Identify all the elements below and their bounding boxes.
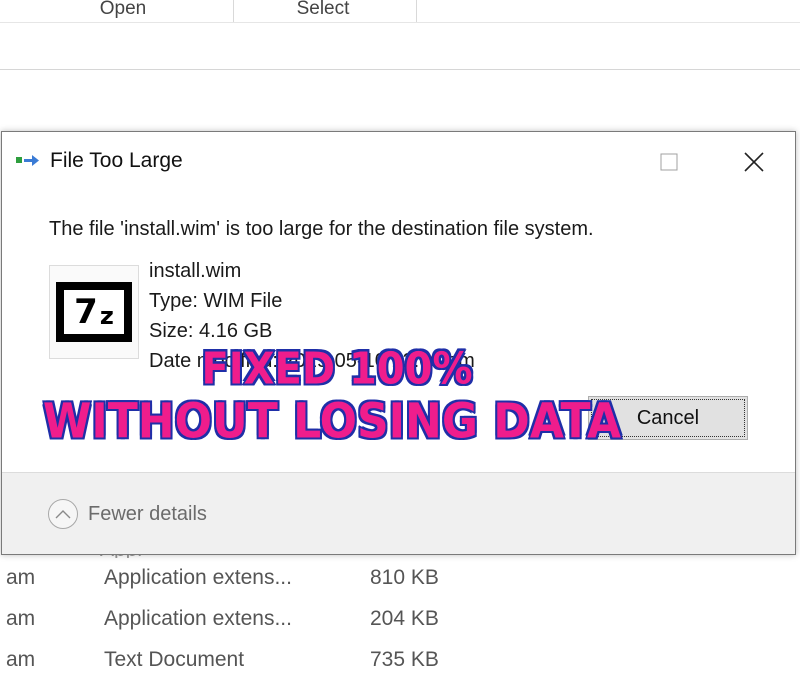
7zip-icon-face: 7 z: [61, 287, 127, 337]
file-name: install.wim: [149, 260, 242, 282]
dialog-message: The file 'install.wim' is too large for …: [49, 218, 594, 240]
file-row[interactable]: am Text Document 735 KB: [0, 642, 800, 683]
close-icon: [744, 152, 764, 172]
file-row[interactable]: am Application extens... 810 KB: [0, 560, 800, 601]
fewer-details-button[interactable]: Fewer details: [48, 497, 207, 531]
file-size: 735 KB: [370, 648, 439, 671]
ribbon-open-group[interactable]: Open: [60, 0, 186, 22]
maximize-button[interactable]: [639, 142, 699, 182]
chevron-circle: [48, 499, 78, 529]
7zip-icon: 7 z: [56, 282, 132, 342]
ribbon-select-label: Select: [296, 0, 350, 19]
ribbon-separator: [416, 0, 417, 22]
maximize-icon: [660, 153, 678, 171]
ribbon-open-label: Open: [99, 0, 147, 19]
overlay-subheadline: WITHOUT LOSING DATA: [41, 392, 622, 451]
dialog-footer: Fewer details: [2, 473, 795, 554]
file-size: 204 KB: [370, 607, 439, 630]
explorer-ribbon: Open Select: [0, 0, 800, 22]
file-type: Application extens...: [104, 566, 292, 589]
file-time: am: [6, 566, 36, 589]
copy-transfer-icon: [16, 155, 39, 166]
file-type: Application extens...: [104, 607, 292, 630]
7zip-glyph-seven: 7: [74, 292, 98, 332]
ribbon-divider: [0, 22, 800, 23]
minimize-button[interactable]: [553, 142, 613, 182]
fewer-details-label: Fewer details: [88, 502, 207, 525]
file-type-detail: Type: WIM File: [149, 290, 283, 312]
overlay-headline: FIXED 100%: [200, 342, 474, 396]
file-list: am Application extens... 810 KB am Appli…: [0, 560, 800, 683]
file-time: am: [6, 648, 36, 671]
minimize-icon: [577, 161, 589, 163]
chevron-up-icon: [55, 510, 71, 519]
address-divider: [0, 69, 800, 70]
dialog-titlebar[interactable]: File Too Large: [2, 132, 795, 190]
7zip-glyph-z: z: [99, 302, 114, 330]
file-row[interactable]: am Application extens... 204 KB: [0, 601, 800, 642]
file-size: 810 KB: [370, 566, 439, 589]
ribbon-select-group[interactable]: Select: [260, 0, 386, 22]
file-time: am: [6, 607, 36, 630]
ribbon-separator: [233, 0, 234, 22]
close-button[interactable]: [724, 142, 784, 182]
file-type: Text Document: [104, 648, 245, 671]
file-size-detail: Size: 4.16 GB: [149, 320, 273, 342]
dialog-title: File Too Large: [50, 149, 183, 172]
